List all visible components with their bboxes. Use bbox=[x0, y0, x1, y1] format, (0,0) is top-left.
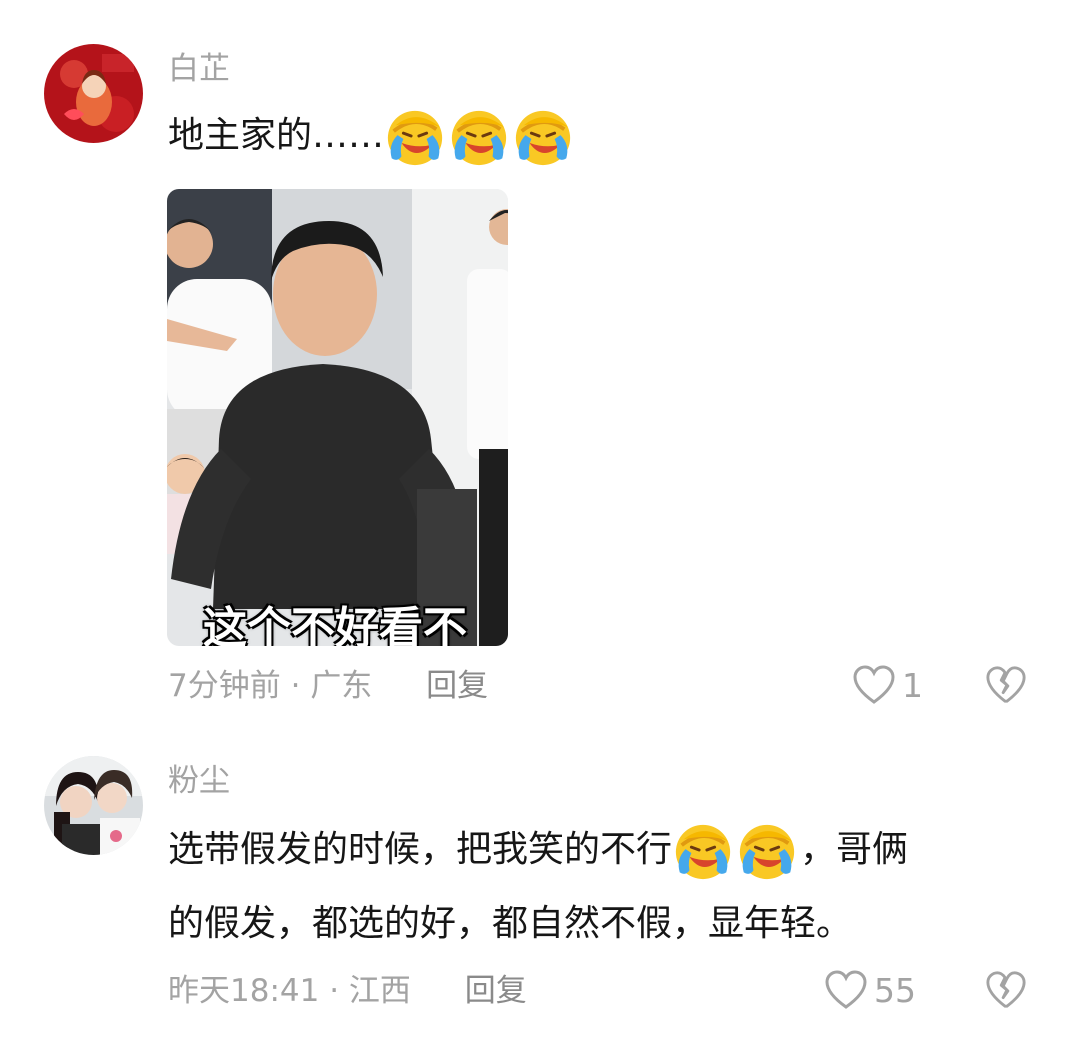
reply-button[interactable]: 回复 bbox=[426, 668, 488, 704]
like-button[interactable]: 1 bbox=[852, 664, 923, 706]
username[interactable]: 粉尘 bbox=[168, 761, 230, 801]
meta-separator: · bbox=[329, 973, 340, 1009]
heart-outline-icon bbox=[825, 970, 867, 1009]
comment-meta: 昨天18:41 · 江西 回复 bbox=[168, 971, 527, 1011]
comment-text: 选带假发的时候，把我笑的不行 ，哥俩 的假发，都选的好，都自然不假，显年轻。 bbox=[168, 813, 1028, 961]
image-caption: 这个不好看不 bbox=[203, 603, 467, 646]
comment-text: 地主家的…… bbox=[168, 99, 1028, 173]
username[interactable]: 白芷 bbox=[168, 49, 230, 89]
heart-outline-icon bbox=[853, 665, 895, 704]
comment-location: 广东 bbox=[310, 668, 373, 704]
comment-text-body: 地主家的…… bbox=[168, 115, 385, 156]
broken-heart-icon bbox=[986, 971, 1026, 1008]
comment-text-body: 选带假发的时候，把我笑的不行 bbox=[168, 829, 673, 870]
laugh-cry-emoji bbox=[384, 106, 446, 168]
laugh-cry-emoji bbox=[672, 820, 734, 882]
like-count: 55 bbox=[874, 970, 916, 1010]
avatar[interactable] bbox=[44, 756, 143, 855]
laugh-cry-emoji bbox=[512, 106, 574, 168]
comment-text-line2: 的假发，都选的好，都自然不假，显年轻。 bbox=[168, 903, 853, 944]
meta-separator: · bbox=[290, 668, 301, 704]
comment-meta: 7分钟前 · 广东 回复 bbox=[168, 666, 488, 706]
like-button[interactable]: 55 bbox=[824, 969, 916, 1011]
dislike-button[interactable] bbox=[985, 969, 1027, 1015]
reply-button[interactable]: 回复 bbox=[465, 973, 527, 1009]
comment-time: 昨天18:41 bbox=[168, 973, 320, 1009]
comment-time: 7分钟前 bbox=[168, 668, 281, 704]
comment-image[interactable]: 这个不好看不 bbox=[167, 189, 508, 646]
broken-heart-icon bbox=[986, 666, 1026, 703]
laugh-cry-emoji bbox=[448, 106, 510, 168]
laugh-cry-emoji bbox=[736, 820, 798, 882]
like-count: 1 bbox=[902, 665, 923, 705]
avatar[interactable] bbox=[44, 44, 143, 143]
dislike-button[interactable] bbox=[985, 664, 1027, 710]
comment-location: 江西 bbox=[348, 973, 411, 1009]
comment-text-body-cont: ，哥俩 bbox=[800, 829, 909, 870]
